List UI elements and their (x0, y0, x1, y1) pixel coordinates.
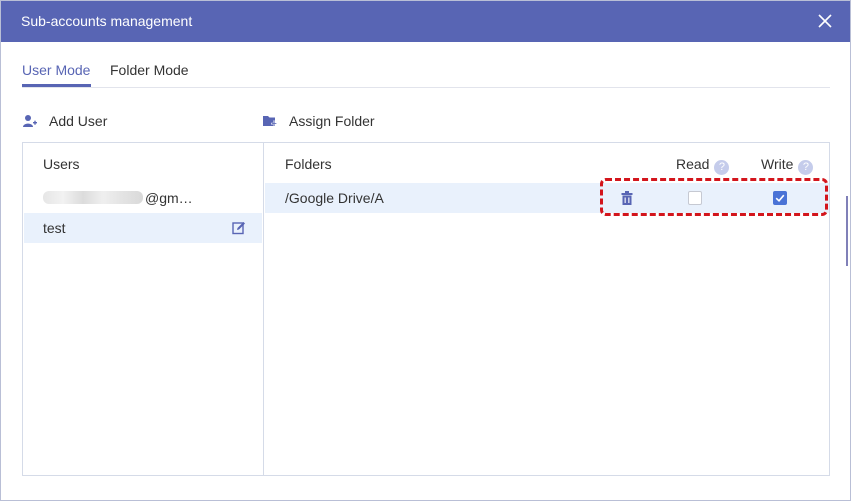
dialog-titlebar: Sub-accounts management (1, 1, 850, 42)
mode-tabs: User Mode Folder Mode (22, 42, 830, 88)
user-row-test[interactable]: test (24, 213, 262, 243)
edit-icon[interactable] (232, 221, 246, 235)
folder-row[interactable]: /Google Drive/A (265, 183, 829, 213)
add-user-button[interactable]: Add User (23, 112, 107, 130)
tab-user-mode[interactable]: User Mode (22, 62, 90, 78)
read-header: Read? (676, 156, 730, 175)
read-help-icon[interactable]: ? (714, 160, 730, 175)
users-panel: Users @gm… test (22, 142, 264, 476)
folders-panel: Folders Read? Write? /Google Drive/A (263, 142, 830, 476)
redacted-email-blur (43, 191, 143, 204)
assign-folder-label: Assign Folder (289, 113, 375, 129)
write-header-label: Write (761, 156, 794, 172)
add-folder-icon (263, 116, 277, 127)
user-row-redacted[interactable]: @gm… (24, 183, 262, 213)
window-edge-accent (846, 196, 848, 266)
tab-folder-mode[interactable]: Folder Mode (110, 62, 189, 78)
users-header: Users (43, 156, 80, 172)
read-header-label: Read (676, 156, 710, 172)
write-help-icon[interactable]: ? (798, 160, 814, 175)
write-checkbox[interactable] (773, 191, 787, 205)
user-email-suffix: @gm… (145, 190, 193, 206)
write-header: Write? (761, 156, 814, 175)
trash-icon[interactable] (620, 190, 634, 206)
folder-path: /Google Drive/A (285, 190, 384, 206)
add-user-label: Add User (49, 113, 108, 129)
active-tab-indicator (22, 84, 91, 87)
close-icon[interactable] (815, 11, 835, 31)
add-user-icon (23, 115, 37, 127)
assign-folder-button[interactable]: Assign Folder (263, 112, 375, 130)
sub-accounts-dialog: Sub-accounts management User Mode Folder… (0, 0, 851, 501)
user-name: test (43, 220, 66, 236)
folders-header: Folders (285, 156, 332, 172)
checkmark-icon (775, 194, 785, 202)
dialog-title: Sub-accounts management (21, 13, 193, 29)
read-checkbox[interactable] (688, 191, 702, 205)
